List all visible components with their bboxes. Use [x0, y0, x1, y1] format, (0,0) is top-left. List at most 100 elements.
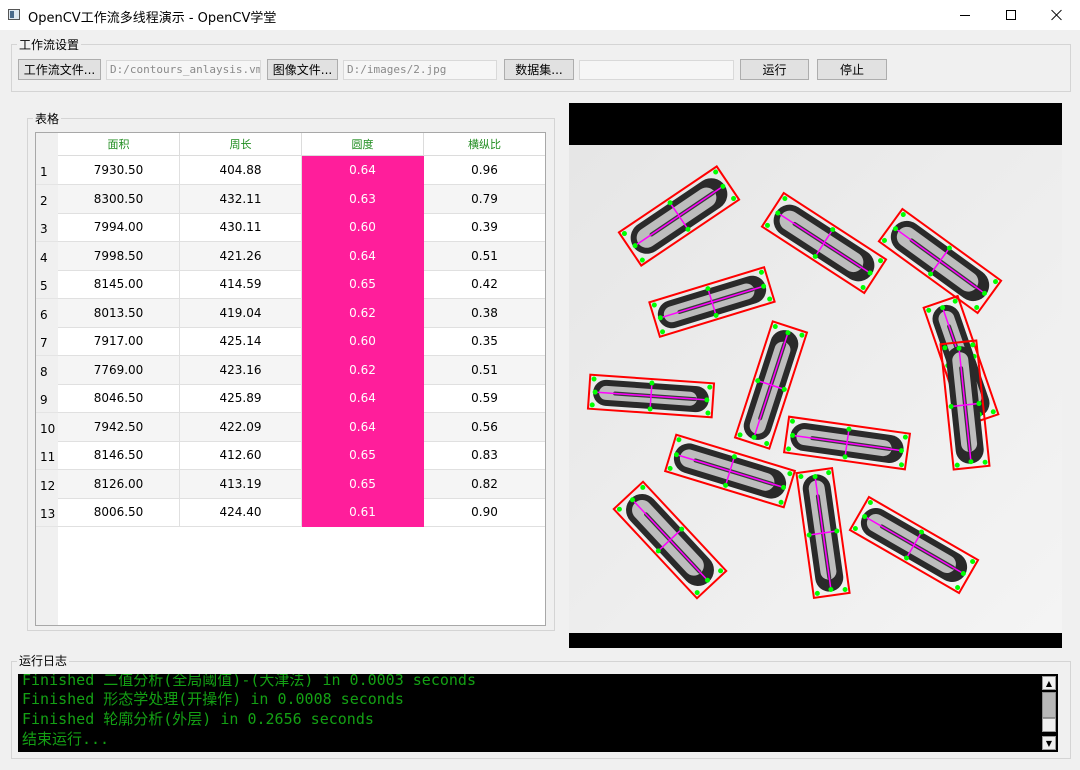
- dataset-button[interactable]: 数据集...: [504, 59, 574, 80]
- row-number: 10: [36, 413, 58, 442]
- cell-perimeter[interactable]: 412.60: [180, 441, 302, 470]
- cell-area[interactable]: 7769.00: [58, 356, 180, 385]
- table-row[interactable]: 11 8146.50 412.60 0.65 0.83: [36, 441, 545, 470]
- log-scrollbar[interactable]: ▲ ▼: [1040, 674, 1058, 752]
- cell-area[interactable]: 7942.50: [58, 413, 180, 442]
- table-row[interactable]: 13 8006.50 424.40 0.61 0.90: [36, 498, 545, 527]
- table-row[interactable]: 12 8126.00 413.19 0.65 0.82: [36, 470, 545, 499]
- table-row[interactable]: 3 7994.00 430.11 0.60 0.39: [36, 213, 545, 242]
- close-button[interactable]: [1034, 0, 1080, 30]
- column-header-perimeter[interactable]: 周长: [180, 133, 302, 156]
- result-image-panel: [569, 103, 1062, 648]
- cell-circularity[interactable]: 0.64: [302, 384, 424, 413]
- table-row[interactable]: 2 8300.50 432.11 0.63 0.79: [36, 185, 545, 214]
- scroll-track-icon[interactable]: [1042, 718, 1056, 732]
- minimize-icon: [960, 14, 970, 16]
- cell-aspect-ratio[interactable]: 0.39: [424, 213, 545, 242]
- table-row[interactable]: 4 7998.50 421.26 0.64 0.51: [36, 242, 545, 271]
- workflow-path-field[interactable]: D:/contours_anlaysis.vm: [106, 60, 261, 80]
- cell-area[interactable]: 7994.00: [58, 213, 180, 242]
- row-number: 2: [36, 185, 58, 214]
- scroll-down-arrow-icon[interactable]: ▼: [1042, 736, 1056, 750]
- cell-aspect-ratio[interactable]: 0.56: [424, 413, 545, 442]
- cell-aspect-ratio[interactable]: 0.96: [424, 156, 545, 185]
- cell-perimeter[interactable]: 430.11: [180, 213, 302, 242]
- table-row[interactable]: 6 8013.50 419.04 0.62 0.38: [36, 299, 545, 328]
- cell-perimeter[interactable]: 425.14: [180, 327, 302, 356]
- row-number: 3: [36, 213, 58, 242]
- log-line: Finished 轮廓分析(外层) in 0.2656 seconds: [22, 710, 374, 728]
- cell-perimeter[interactable]: 424.40: [180, 498, 302, 527]
- cell-area[interactable]: 8145.00: [58, 270, 180, 299]
- cell-aspect-ratio[interactable]: 0.51: [424, 242, 545, 271]
- cell-aspect-ratio[interactable]: 0.82: [424, 470, 545, 499]
- cell-perimeter[interactable]: 421.26: [180, 242, 302, 271]
- window-title: OpenCV工作流多线程演示 - OpenCV学堂: [28, 11, 277, 26]
- cell-perimeter[interactable]: 404.88: [180, 156, 302, 185]
- cell-aspect-ratio[interactable]: 0.35: [424, 327, 545, 356]
- row-number: 6: [36, 299, 58, 328]
- cell-perimeter[interactable]: 425.89: [180, 384, 302, 413]
- run-button[interactable]: 运行: [740, 59, 809, 80]
- results-table[interactable]: 面积 周长 圆度 横纵比 1 7930.50 404.88 0.64 0.96 …: [35, 132, 546, 626]
- cell-perimeter[interactable]: 422.09: [180, 413, 302, 442]
- cell-circularity[interactable]: 0.62: [302, 299, 424, 328]
- row-number: 4: [36, 242, 58, 271]
- column-header-area[interactable]: 面积: [58, 133, 180, 156]
- table-row[interactable]: 1 7930.50 404.88 0.64 0.96: [36, 156, 545, 185]
- table-row[interactable]: 9 8046.50 425.89 0.64 0.59: [36, 384, 545, 413]
- cell-area[interactable]: 8126.00: [58, 470, 180, 499]
- cell-aspect-ratio[interactable]: 0.79: [424, 185, 545, 214]
- cell-circularity[interactable]: 0.65: [302, 270, 424, 299]
- cell-circularity[interactable]: 0.60: [302, 327, 424, 356]
- cell-area[interactable]: 7998.50: [58, 242, 180, 271]
- table-row[interactable]: 10 7942.50 422.09 0.64 0.56: [36, 413, 545, 442]
- cell-circularity[interactable]: 0.65: [302, 470, 424, 499]
- row-number: 7: [36, 327, 58, 356]
- cell-perimeter[interactable]: 413.19: [180, 470, 302, 499]
- stop-button[interactable]: 停止: [817, 59, 887, 80]
- dataset-path-field[interactable]: [579, 60, 734, 80]
- cell-area[interactable]: 7917.00: [58, 327, 180, 356]
- workflow-file-button[interactable]: 工作流文件...: [18, 59, 101, 80]
- table-row[interactable]: 7 7917.00 425.14 0.60 0.35: [36, 327, 545, 356]
- cell-circularity[interactable]: 0.64: [302, 156, 424, 185]
- cell-circularity[interactable]: 0.64: [302, 413, 424, 442]
- minimize-button[interactable]: [942, 0, 988, 30]
- column-header-aspect-ratio[interactable]: 横纵比: [424, 133, 545, 156]
- table-row[interactable]: 8 7769.00 423.16 0.62 0.51: [36, 356, 545, 385]
- column-header-circularity[interactable]: 圆度: [302, 133, 424, 156]
- cell-aspect-ratio[interactable]: 0.51: [424, 356, 545, 385]
- cell-perimeter[interactable]: 419.04: [180, 299, 302, 328]
- cell-circularity[interactable]: 0.61: [302, 498, 424, 527]
- cell-area[interactable]: 8046.50: [58, 384, 180, 413]
- cell-circularity[interactable]: 0.60: [302, 213, 424, 242]
- cell-area[interactable]: 8013.50: [58, 299, 180, 328]
- row-number: 9: [36, 384, 58, 413]
- cell-circularity[interactable]: 0.63: [302, 185, 424, 214]
- cell-circularity[interactable]: 0.64: [302, 242, 424, 271]
- cell-area[interactable]: 8006.50: [58, 498, 180, 527]
- maximize-button[interactable]: [988, 0, 1034, 30]
- image-path-field[interactable]: D:/images/2.jpg: [343, 60, 497, 80]
- image-file-button[interactable]: 图像文件...: [267, 59, 338, 80]
- cell-perimeter[interactable]: 414.59: [180, 270, 302, 299]
- app-icon: [8, 9, 20, 20]
- cell-perimeter[interactable]: 423.16: [180, 356, 302, 385]
- cell-area[interactable]: 8146.50: [58, 441, 180, 470]
- cell-aspect-ratio[interactable]: 0.59: [424, 384, 545, 413]
- cell-aspect-ratio[interactable]: 0.90: [424, 498, 545, 527]
- scroll-up-arrow-icon[interactable]: ▲: [1042, 676, 1056, 690]
- cell-circularity[interactable]: 0.62: [302, 356, 424, 385]
- cell-circularity[interactable]: 0.65: [302, 441, 424, 470]
- scroll-thumb[interactable]: [1042, 692, 1056, 718]
- cell-aspect-ratio[interactable]: 0.83: [424, 441, 545, 470]
- log-output[interactable]: Finished 二值分析(全局阈值)-(大津法) in 0.0003 seco…: [18, 674, 1058, 752]
- cell-aspect-ratio[interactable]: 0.38: [424, 299, 545, 328]
- cell-perimeter[interactable]: 432.11: [180, 185, 302, 214]
- paperclip: [586, 373, 716, 419]
- cell-area[interactable]: 7930.50: [58, 156, 180, 185]
- cell-area[interactable]: 8300.50: [58, 185, 180, 214]
- cell-aspect-ratio[interactable]: 0.42: [424, 270, 545, 299]
- table-row[interactable]: 5 8145.00 414.59 0.65 0.42: [36, 270, 545, 299]
